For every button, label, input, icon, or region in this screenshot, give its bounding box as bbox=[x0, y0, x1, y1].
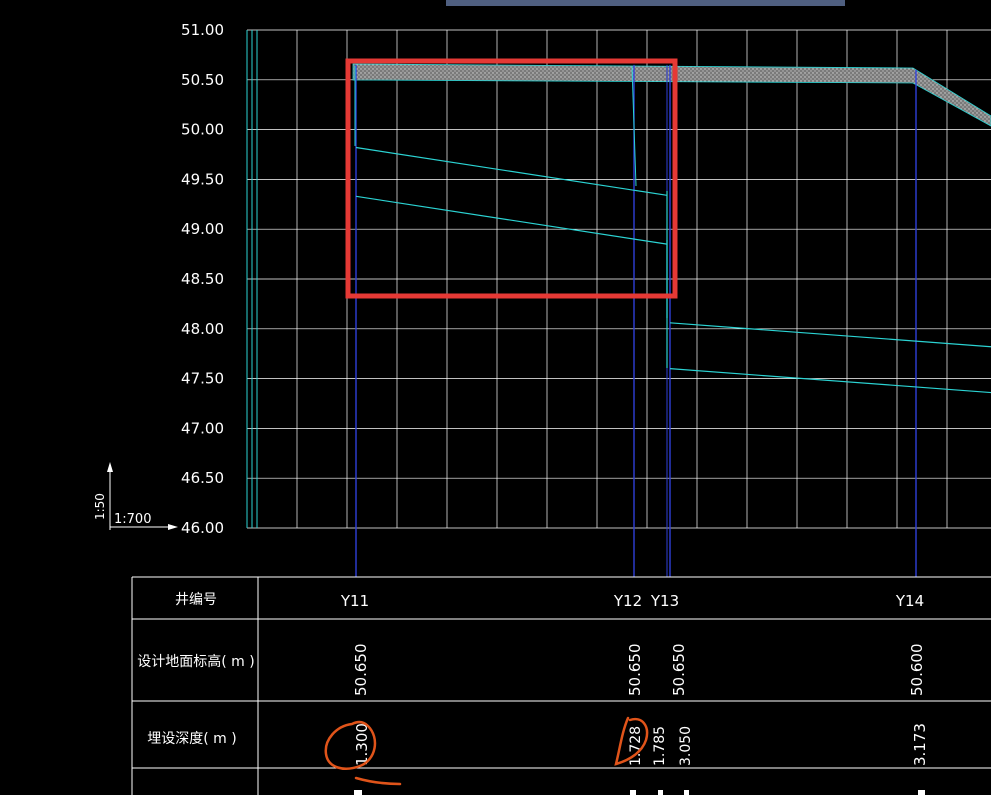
row-label-ground-elevation: 设计地面标高( m ) bbox=[137, 653, 254, 670]
ground-surface-band bbox=[352, 63, 991, 127]
y-tick-label: 46.00 bbox=[181, 519, 224, 537]
y-tick-label: 50.50 bbox=[181, 71, 224, 89]
pipe-drop-segments bbox=[354, 65, 668, 368]
y-tick-label: 46.50 bbox=[181, 469, 224, 487]
horizontal-scale-label: 1:700 bbox=[114, 512, 151, 527]
well-label-y13: Y13 bbox=[650, 592, 679, 610]
well-label-y11: Y11 bbox=[340, 592, 369, 610]
burial-depth-y12b: 1.785 bbox=[652, 726, 668, 766]
profile-grid bbox=[246, 29, 991, 529]
ground-elevation-y12: 50.650 bbox=[626, 644, 644, 697]
pipe-bottom-line-2 bbox=[669, 368, 991, 394]
pipe-top-line-2 bbox=[669, 322, 991, 348]
well-label-y12: Y12 bbox=[613, 592, 642, 610]
y-tick-label: 50.00 bbox=[181, 121, 224, 139]
bottom-row-partial-marks bbox=[354, 790, 925, 795]
y-tick-label: 48.00 bbox=[181, 320, 224, 338]
well-label-y14: Y14 bbox=[895, 592, 924, 610]
row-label-burial-depth: 埋设深度( m ) bbox=[147, 731, 236, 747]
y-tick-label: 47.00 bbox=[181, 419, 224, 437]
well-lines bbox=[355, 64, 917, 577]
y-tick-label: 48.50 bbox=[181, 270, 224, 288]
y-tick-label: 47.50 bbox=[181, 370, 224, 388]
hand-annotations bbox=[324, 716, 649, 786]
annotation-underline-y11 bbox=[354, 776, 402, 786]
ground-elevation-y14: 50.600 bbox=[908, 644, 926, 697]
y-axis-tick-labels: 51.00 50.50 50.00 49.50 49.00 48.50 48.00 47.50… bbox=[181, 21, 224, 537]
y-tick-label: 49.00 bbox=[181, 220, 224, 238]
pipe-bottom-line-1 bbox=[355, 195, 668, 245]
scale-indicator: 1:50 1:700 bbox=[93, 462, 178, 530]
ground-elevation-y11: 50.650 bbox=[352, 644, 370, 697]
profile-drawing: 51.00 50.50 50.00 49.50 49.00 48.50 48.00 47.50… bbox=[93, 21, 991, 795]
pipe-top-line-1 bbox=[355, 146, 668, 196]
burial-depth-y13: 3.050 bbox=[678, 726, 694, 766]
ground-elevation-y13: 50.650 bbox=[670, 644, 688, 697]
y-tick-label: 51.00 bbox=[181, 21, 224, 39]
y-tick-label: 49.50 bbox=[181, 170, 224, 188]
burial-depth-y12: 1.728 bbox=[628, 726, 644, 766]
vertical-scale-label: 1:50 bbox=[93, 493, 107, 520]
row-label-well-number: 井编号 bbox=[175, 592, 217, 608]
burial-depth-y14: 3.173 bbox=[911, 723, 929, 766]
data-table-grid bbox=[131, 576, 991, 795]
